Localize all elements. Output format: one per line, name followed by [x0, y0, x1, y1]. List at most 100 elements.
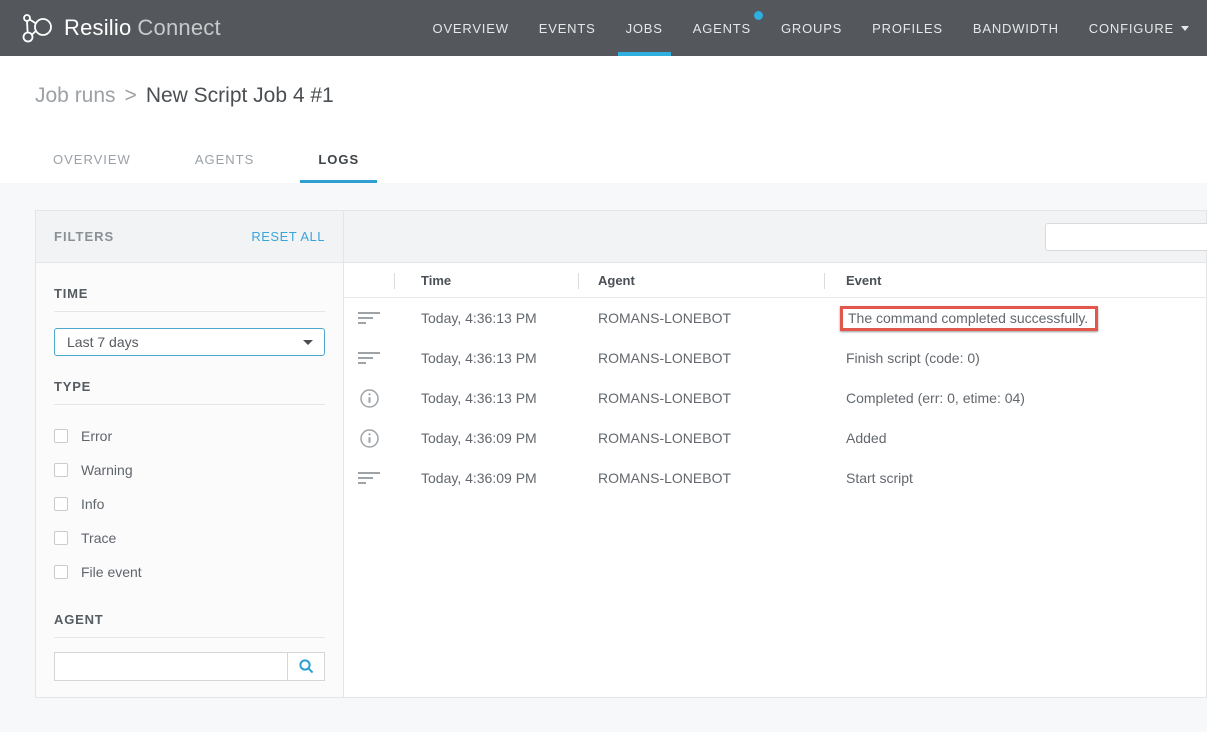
row-agent: ROMANS-LONEBOT — [598, 338, 731, 378]
log-lines-icon — [358, 352, 380, 364]
checkbox-icon[interactable] — [54, 531, 68, 545]
chevron-down-icon — [303, 340, 313, 345]
row-icon-cell — [344, 338, 394, 378]
nav-item-groups[interactable]: GROUPS — [781, 0, 842, 56]
agent-filter-label: AGENT — [54, 612, 325, 627]
nav-item-jobs[interactable]: JOBS — [626, 0, 663, 56]
nav-item-label: AGENTS — [693, 21, 751, 36]
main-nav: OVERVIEW EVENTS JOBS AGENTS GROUPS PROFILES BA… — [433, 0, 1189, 56]
content-area: FILTERS RESET ALL TIME Last 7 days TYPE … — [0, 183, 1207, 732]
type-filter-label: TYPE — [54, 379, 325, 394]
row-agent: ROMANS-LONEBOT — [598, 298, 731, 338]
checkbox-icon[interactable] — [54, 429, 68, 443]
column-separator — [578, 273, 579, 289]
nav-item-label: PROFILES — [872, 21, 943, 36]
logs-search-input[interactable] — [1045, 223, 1207, 251]
column-separator — [824, 273, 825, 289]
tab-agents[interactable]: AGENTS — [177, 135, 272, 183]
checkbox-icon[interactable] — [54, 463, 68, 477]
row-icon-cell — [344, 378, 394, 418]
info-icon — [360, 389, 379, 408]
nav-item-label: EVENTS — [539, 21, 596, 36]
filter-option-error[interactable]: Error — [54, 419, 325, 453]
breadcrumb-separator: > — [125, 84, 137, 108]
job-tabs: OVERVIEW AGENTS LOGS — [0, 135, 1207, 183]
filters-body: TIME Last 7 days TYPE Error Warning Info Tr… — [36, 286, 343, 681]
filters-header: FILTERS RESET ALL — [36, 211, 343, 263]
table-toolbar — [344, 211, 1206, 263]
filter-option-label: Error — [81, 428, 112, 444]
agent-search-input[interactable] — [54, 652, 287, 681]
column-header-agent[interactable]: Agent — [598, 263, 635, 298]
nav-item-label: CONFIGURE — [1089, 21, 1174, 36]
filter-option-trace[interactable]: Trace — [54, 521, 325, 555]
info-icon — [360, 429, 379, 448]
divider — [54, 311, 325, 312]
nav-item-overview[interactable]: OVERVIEW — [433, 0, 509, 56]
filter-option-file-event[interactable]: File event — [54, 555, 325, 589]
filters-sidebar: FILTERS RESET ALL TIME Last 7 days TYPE … — [36, 211, 344, 697]
nav-item-label: GROUPS — [781, 21, 842, 36]
brand-name: ResilioConnect — [64, 15, 221, 41]
nav-item-label: JOBS — [626, 21, 663, 36]
column-header-event[interactable]: Event — [846, 263, 881, 298]
filter-option-warning[interactable]: Warning — [54, 453, 325, 487]
filter-option-info[interactable]: Info — [54, 487, 325, 521]
divider — [54, 637, 325, 638]
tab-logs[interactable]: LOGS — [300, 135, 377, 183]
table-row[interactable]: Today, 4:36:13 PM ROMANS-LONEBOT The comma… — [344, 298, 1206, 338]
tab-overview[interactable]: OVERVIEW — [35, 135, 149, 183]
row-event: Finish script (code: 0) — [846, 338, 1206, 378]
brand-logo[interactable]: ResilioConnect — [20, 0, 221, 56]
nav-item-agents[interactable]: AGENTS — [693, 0, 751, 56]
filter-option-label: Info — [81, 496, 104, 512]
row-time: Today, 4:36:09 PM — [421, 458, 537, 498]
logs-table-panel: Time Agent Event Today, 4:36:13 PM ROMANS… — [344, 211, 1206, 697]
log-lines-icon — [358, 312, 380, 324]
resilio-logo-icon — [20, 11, 54, 45]
logs-panel: FILTERS RESET ALL TIME Last 7 days TYPE … — [35, 210, 1207, 698]
row-icon-cell — [344, 418, 394, 458]
nav-item-label: OVERVIEW — [433, 21, 509, 36]
row-time: Today, 4:36:13 PM — [421, 298, 537, 338]
top-navbar: ResilioConnect OVERVIEW EVENTS JOBS AGENTS G… — [0, 0, 1207, 56]
checkbox-icon[interactable] — [54, 565, 68, 579]
filters-title: FILTERS — [54, 229, 114, 244]
checkbox-icon[interactable] — [54, 497, 68, 511]
column-header-time[interactable]: Time — [421, 263, 451, 298]
row-agent: ROMANS-LONEBOT — [598, 378, 731, 418]
row-event: Added — [846, 418, 1206, 458]
nav-item-configure[interactable]: CONFIGURE — [1089, 0, 1189, 56]
row-time: Today, 4:36:13 PM — [421, 338, 537, 378]
filter-option-label: Trace — [81, 530, 116, 546]
column-separator — [394, 273, 395, 289]
row-icon-cell — [344, 458, 394, 498]
nav-item-label: BANDWIDTH — [973, 21, 1059, 36]
agent-search-button[interactable] — [287, 652, 325, 681]
annotation-highlight-box: The command completed successfully. — [840, 306, 1098, 331]
breadcrumb-parent[interactable]: Job runs — [35, 84, 116, 108]
magnifier-icon — [298, 658, 315, 675]
notification-dot-icon — [754, 11, 763, 20]
table-row[interactable]: Today, 4:36:13 PM ROMANS-LONEBOT Finish sc… — [344, 338, 1206, 378]
time-filter-label: TIME — [54, 286, 325, 301]
nav-item-bandwidth[interactable]: BANDWIDTH — [973, 0, 1059, 56]
table-body: Today, 4:36:13 PM ROMANS-LONEBOT The comma… — [344, 298, 1206, 697]
table-row[interactable]: Today, 4:36:09 PMROMANS-LONEBOTStart scr… — [344, 458, 1206, 498]
row-time: Today, 4:36:13 PM — [421, 378, 537, 418]
row-event: Start script — [846, 458, 1206, 498]
table-row[interactable]: Today, 4:36:09 PMROMANS-LONEBOTAdded — [344, 418, 1206, 458]
time-range-select[interactable]: Last 7 days — [54, 328, 325, 356]
reset-all-button[interactable]: RESET ALL — [251, 229, 325, 244]
chevron-down-icon — [1181, 26, 1189, 31]
type-filter-options: Error Warning Info Trace File event — [54, 419, 325, 589]
nav-item-profiles[interactable]: PROFILES — [872, 0, 943, 56]
time-range-value: Last 7 days — [67, 334, 139, 350]
nav-item-events[interactable]: EVENTS — [539, 0, 596, 56]
agent-search — [54, 652, 325, 681]
table-row[interactable]: Today, 4:36:13 PMROMANS-LONEBOTCompleted… — [344, 378, 1206, 418]
breadcrumb: Job runs > New Script Job 4 #1 — [0, 56, 1207, 135]
filter-option-label: Warning — [81, 462, 133, 478]
filter-option-label: File event — [81, 564, 142, 580]
row-event: The command completed successfully. — [846, 298, 1206, 338]
